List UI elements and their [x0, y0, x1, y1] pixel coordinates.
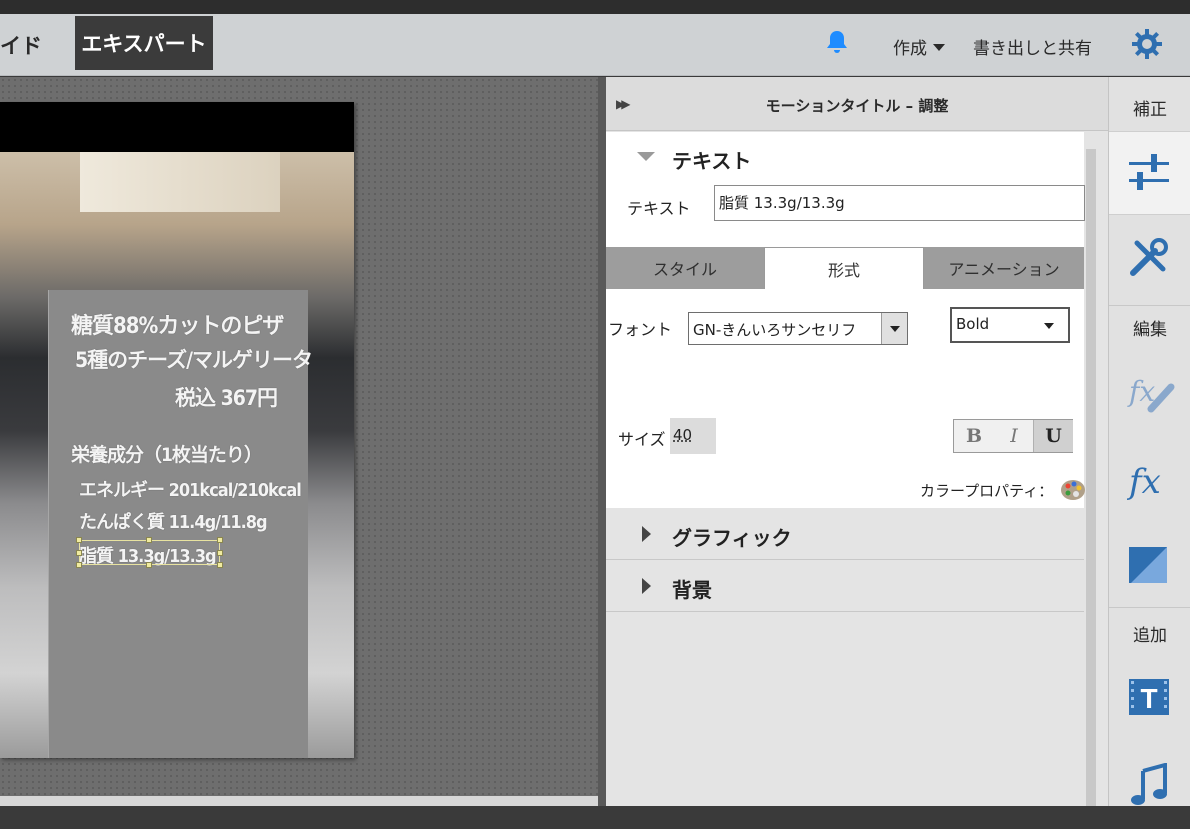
export-share-menu[interactable]: 書き出しと共有 — [973, 34, 1092, 59]
panel-header: ▶▶ モーションタイトル – 調整 — [606, 77, 1108, 131]
video-preview[interactable]: 糖質88%カットのピザ 5種のチーズ/マルゲリータ 税込 367円 栄養成分（1… — [0, 102, 354, 758]
add-music-button[interactable] — [1109, 745, 1190, 829]
font-label: フォント — [608, 320, 673, 339]
transition-icon — [1129, 547, 1167, 583]
resize-handle[interactable] — [217, 550, 223, 556]
format-tabs: スタイル 形式 アニメーション — [606, 247, 1084, 289]
resize-handle[interactable] — [76, 537, 82, 543]
resize-handle[interactable] — [146, 537, 152, 543]
create-label: 作成 — [893, 39, 927, 59]
tools-button[interactable] — [1109, 217, 1190, 301]
add-title-button[interactable]: T — [1109, 657, 1190, 741]
weight-dropdown[interactable]: Bold — [950, 307, 1070, 343]
resize-handle[interactable] — [217, 562, 223, 568]
expand-right-icon[interactable] — [642, 578, 651, 594]
app-header: イド エキスパート 作成 書き出しと共有 — [0, 14, 1190, 76]
effects-edit-button[interactable]: fx — [1109, 351, 1190, 435]
svg-text:fx: fx — [1127, 375, 1155, 408]
color-property-label: カラープロパティ： — [920, 482, 1054, 500]
card-line-nutrition-title[interactable]: 栄養成分（1枚当たり） — [71, 440, 263, 467]
size-label: サイズ — [618, 430, 666, 449]
card-line-variety[interactable]: 5種のチーズ/マルゲリータ — [75, 344, 313, 374]
resize-handle[interactable] — [217, 537, 223, 543]
mode-guided-tab[interactable]: イド — [0, 30, 42, 60]
correct-label: 補正 — [1133, 100, 1167, 120]
transition-button[interactable] — [1109, 525, 1190, 609]
add-label: 追加 — [1133, 626, 1167, 646]
text-section: テキスト テキスト 脂質 13.3g/13.3g スタイル 形式 アニメーション… — [606, 132, 1086, 508]
svg-text:fx: fx — [1127, 462, 1161, 502]
title-text-icon: T — [1129, 679, 1169, 715]
resize-handle[interactable] — [146, 562, 152, 568]
graphic-section[interactable]: グラフィック — [606, 508, 1084, 560]
music-note-icon — [1131, 763, 1167, 805]
timeline-edge — [0, 796, 598, 806]
italic-button[interactable]: I — [994, 420, 1034, 452]
background-window — [80, 152, 280, 212]
sliders-icon — [1129, 154, 1169, 190]
tab-animation[interactable]: アニメーション — [924, 247, 1084, 289]
card-line-price[interactable]: 税込 367円 — [175, 382, 278, 412]
text-input[interactable]: 脂質 13.3g/13.3g — [714, 185, 1085, 221]
resize-handle[interactable] — [76, 550, 82, 556]
create-menu[interactable]: 作成 — [893, 34, 945, 59]
tab-style[interactable]: スタイル — [606, 247, 764, 289]
divider — [1109, 305, 1190, 306]
graphic-section-title[interactable]: グラフィック — [672, 522, 792, 551]
tab-format[interactable]: 形式 — [765, 247, 923, 289]
weight-value: Bold — [956, 315, 990, 333]
mode-expert-tab[interactable]: エキスパート — [75, 16, 213, 70]
panel-title: モーションタイトル – 調整 — [765, 97, 949, 115]
font-dropdown[interactable]: GN-きんいろサンセリフ — [688, 312, 908, 345]
svg-text:T: T — [1140, 683, 1157, 714]
card-line-protein[interactable]: たんぱく質 11.4g/11.8g — [79, 508, 268, 534]
text-section-title[interactable]: テキスト — [672, 145, 751, 174]
expand-right-icon[interactable] — [642, 526, 651, 542]
chevron-down-icon — [1044, 323, 1054, 329]
background-section[interactable]: 背景 — [606, 560, 1084, 612]
panel-body: テキスト テキスト 脂質 13.3g/13.3g スタイル 形式 アニメーション… — [606, 132, 1086, 806]
size-value-scrubber[interactable]: 40 — [670, 418, 716, 454]
gear-icon[interactable] — [1131, 28, 1163, 60]
title-card[interactable]: 糖質88%カットのピザ 5種のチーズ/マルゲリータ 税込 367円 栄養成分（1… — [48, 290, 313, 758]
right-toolbar: 補正 編集 fx fx 追加 T — [1108, 77, 1190, 806]
text-style-buttons: B I U — [953, 419, 1073, 453]
resize-handle[interactable] — [76, 562, 82, 568]
fx-icon: fx — [1127, 462, 1161, 502]
palette-icon[interactable] — [1060, 478, 1086, 502]
bold-button[interactable]: B — [954, 420, 994, 452]
font-value: GN-きんいろサンセリフ — [693, 321, 857, 339]
fx-pencil-icon: fx — [1127, 375, 1175, 413]
text-field-label: テキスト — [627, 199, 691, 218]
chevron-down-icon[interactable] — [881, 313, 907, 344]
expand-down-icon[interactable] — [637, 152, 655, 161]
card-line-energy[interactable]: エネルギー 201kcal/210kcal — [79, 476, 302, 502]
divider — [1109, 607, 1190, 608]
adjust-button[interactable] — [1109, 131, 1190, 215]
tools-icon — [1130, 238, 1168, 276]
window-top-strip — [0, 0, 1190, 14]
bell-icon[interactable] — [823, 28, 851, 56]
panel-splitter[interactable] — [598, 77, 606, 806]
panel-scrollbar[interactable] — [1086, 149, 1096, 806]
effects-button[interactable]: fx — [1109, 439, 1190, 523]
background-section-title[interactable]: 背景 — [672, 574, 712, 603]
chevron-down-icon — [933, 44, 945, 51]
edit-label: 編集 — [1133, 320, 1167, 340]
underline-button[interactable]: U — [1033, 420, 1073, 452]
card-line-product[interactable]: 糖質88%カットのピザ — [71, 308, 284, 340]
adjust-panel: ▶▶ モーションタイトル – 調整 テキスト テキスト 脂質 13.3g/13.… — [606, 77, 1108, 806]
